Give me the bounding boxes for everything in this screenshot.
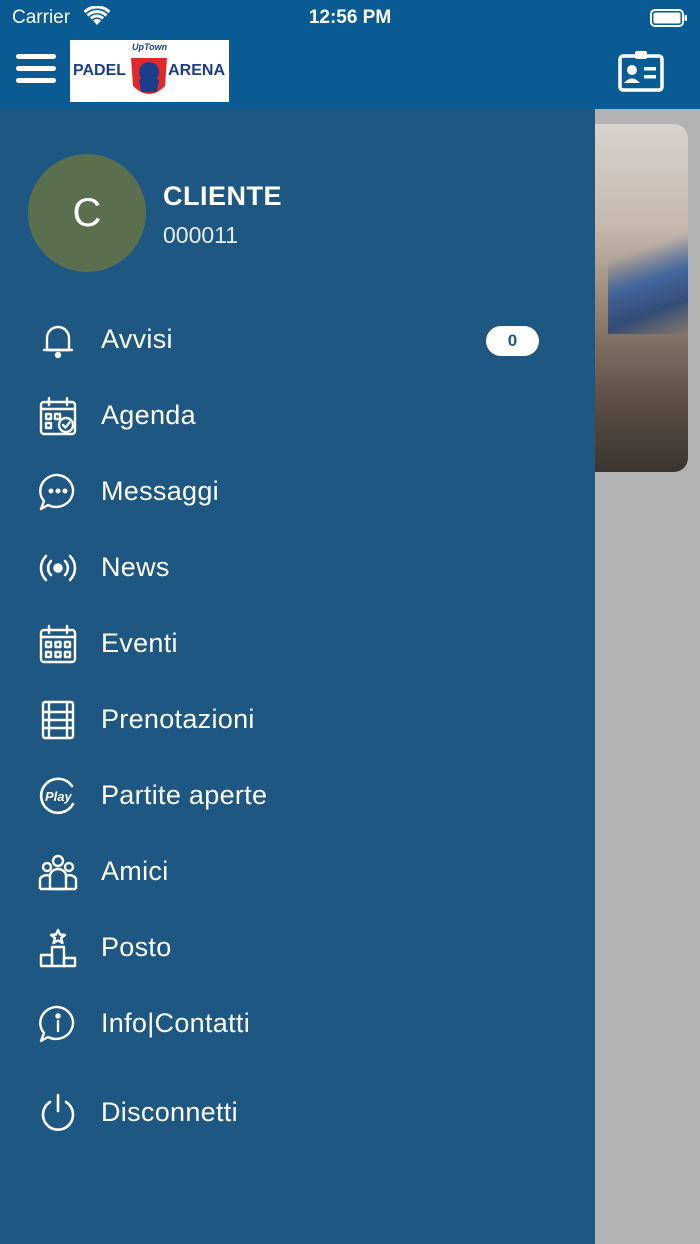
menu-icon[interactable] <box>16 52 58 86</box>
bell-icon <box>38 320 78 360</box>
avatar[interactable]: C <box>28 154 146 272</box>
menu-item-posto[interactable]: Posto <box>0 918 595 978</box>
logo-emblem-icon <box>125 50 173 107</box>
menu-label: Agenda <box>101 400 196 430</box>
battery-icon <box>650 8 688 34</box>
menu-item-amici[interactable]: Amici <box>0 842 595 902</box>
menu-label: Disconnetti <box>101 1097 238 1127</box>
menu-item-info-contatti[interactable]: Info|Contatti <box>0 994 595 1054</box>
id-card-icon[interactable] <box>618 50 664 97</box>
menu-item-eventi[interactable]: Eventi <box>0 614 595 674</box>
menu-item-messaggi[interactable]: Messaggi <box>0 462 595 522</box>
user-name: CLIENTE <box>163 181 283 211</box>
menu-label: Avvisi <box>101 324 173 354</box>
logo-right-text: ARENA <box>168 62 225 79</box>
logo-left-text: PADEL <box>73 62 127 79</box>
broadcast-icon <box>38 548 78 588</box>
menu-item-agenda[interactable]: Agenda <box>0 386 595 446</box>
menu-label: Amici <box>101 856 169 886</box>
menu-item-news[interactable]: News <box>0 538 595 598</box>
menu-item-disconnetti[interactable]: Disconnetti <box>0 1083 595 1143</box>
play-icon: Play <box>38 776 78 816</box>
menu-label: Info|Contatti <box>101 1008 250 1038</box>
menu-label: Prenotazioni <box>101 704 255 734</box>
clock: 12:56 PM <box>308 7 392 28</box>
app-header: UpTown PADEL ARENA <box>0 36 700 109</box>
side-drawer: C CLIENTE 000011 Avvisi 0 Agenda Messagg… <box>0 109 595 1244</box>
friends-icon <box>38 852 78 892</box>
svg-text:Play: Play <box>45 789 73 804</box>
menu-item-partite-aperte[interactable]: Play Partite aperte <box>0 766 595 826</box>
notification-count-badge: 0 <box>486 326 539 356</box>
status-bar: Carrier 12:56 PM <box>0 0 700 36</box>
user-code: 000011 <box>163 222 239 248</box>
logo-top-text: UpTown <box>132 42 168 52</box>
menu-label: Partite aperte <box>101 780 268 810</box>
menu-label: News <box>101 552 170 582</box>
info-chat-icon <box>38 1004 78 1044</box>
menu-label: Eventi <box>101 628 178 658</box>
menu-item-avvisi[interactable]: Avvisi 0 <box>0 310 595 370</box>
app-logo[interactable]: UpTown PADEL ARENA <box>70 40 229 102</box>
menu-item-prenotazioni[interactable]: Prenotazioni <box>0 690 595 750</box>
calendar-grid-icon <box>38 624 78 664</box>
chat-bubble-icon <box>38 472 78 512</box>
calendar-check-icon <box>38 396 78 436</box>
podium-icon <box>38 928 78 968</box>
court-icon <box>38 700 78 740</box>
menu-label: Posto <box>101 932 172 962</box>
menu-label: Messaggi <box>101 476 219 506</box>
power-icon <box>38 1093 78 1133</box>
